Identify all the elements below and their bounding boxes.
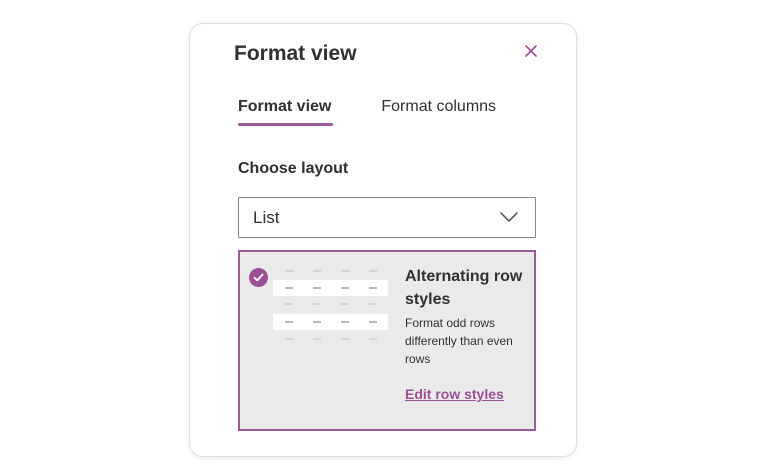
tab-list: Format view Format columns (238, 98, 496, 126)
layout-dropdown[interactable]: List (238, 197, 536, 238)
tab-format-columns[interactable]: Format columns (381, 98, 496, 126)
format-view-panel: Format view Format view Format columns C… (189, 23, 577, 457)
panel-title: Format view (234, 42, 357, 65)
choose-layout-label: Choose layout (238, 160, 349, 177)
option-title: Alternating row styles (405, 268, 523, 308)
tab-format-view[interactable]: Format view (238, 98, 334, 126)
chevron-down-icon (500, 212, 518, 222)
option-description: Format odd rows differently than even ro… (405, 316, 513, 366)
close-button[interactable] (522, 42, 540, 60)
edit-row-styles-link[interactable]: Edit row styles (405, 386, 504, 402)
checkmark-circle-icon (249, 268, 268, 287)
row-styles-preview-image (273, 270, 388, 340)
layout-dropdown-value: List (253, 207, 280, 227)
close-icon (525, 45, 537, 57)
alternating-row-styles-option[interactable]: Alternating row styles Format odd rows d… (238, 250, 536, 431)
